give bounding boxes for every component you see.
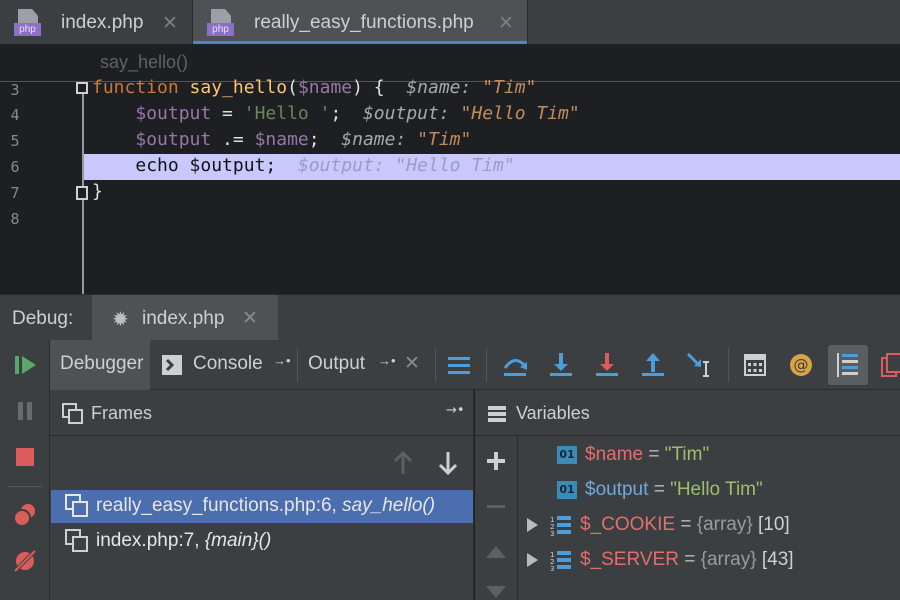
- arrow-up-icon[interactable]: [392, 450, 414, 476]
- editor-tab-bar: php index.php ✕ php really_easy_function…: [0, 0, 900, 44]
- tab-label: index.php: [61, 12, 144, 33]
- svg-text:3: 3: [550, 565, 554, 571]
- string-type-icon: 01: [557, 445, 577, 464]
- code-editor[interactable]: say_hello() 3 4 5 6 7 8 function say_hel…: [0, 44, 900, 294]
- frame-icon: [65, 529, 88, 552]
- code-line: $output .= $name; $name: "Tim": [135, 129, 472, 150]
- arrow-down-icon[interactable]: [437, 450, 459, 476]
- array-icon: 123: [550, 551, 571, 573]
- code-line: $output = 'Hello '; $output: "Hello Tim": [135, 103, 580, 124]
- bug-icon: ✹: [112, 307, 129, 331]
- layout-icon[interactable]: [442, 348, 476, 382]
- mute-breakpoints-icon[interactable]: [10, 546, 40, 576]
- svg-text:3: 3: [550, 530, 554, 536]
- debug-side-toolbar: [0, 340, 50, 600]
- restore-icon[interactable]: →•: [446, 403, 465, 418]
- tab-console[interactable]: Console →•: [151, 340, 297, 390]
- variable-row[interactable]: 1 2 3 $_COOKIE = {array} [10]: [527, 514, 790, 548]
- fold-icon[interactable]: [76, 82, 88, 94]
- inline-values-icon[interactable]: [828, 345, 868, 385]
- close-icon[interactable]: ✕: [242, 307, 258, 329]
- close-icon[interactable]: ✕: [404, 352, 420, 375]
- variables-side-toolbar: [475, 436, 518, 600]
- variables-icon: [488, 406, 506, 422]
- stop-icon[interactable]: [10, 442, 40, 472]
- close-icon[interactable]: ✕: [498, 12, 514, 34]
- expand-arrow-icon[interactable]: [527, 553, 538, 567]
- frame-icon: [65, 494, 88, 517]
- tab-output[interactable]: Output →• ✕: [298, 340, 434, 390]
- line-number: 8: [10, 210, 20, 228]
- debug-tool-window-header: Debug: ✹ index.php ✕: [0, 294, 900, 341]
- debug-session-tab[interactable]: ✹ index.php ✕: [92, 295, 278, 341]
- evaluate-icon[interactable]: [738, 348, 772, 382]
- force-step-into-icon[interactable]: [590, 348, 624, 382]
- tab-debugger[interactable]: Debugger: [50, 340, 150, 390]
- fold-icon[interactable]: [76, 186, 88, 200]
- console-icon: [162, 355, 182, 375]
- code-line-current: echo $output; $output: "Hello Tim": [135, 155, 515, 176]
- view-breakpoints-icon[interactable]: [10, 500, 40, 530]
- variable-row[interactable]: 01 $output = "Hello Tim": [557, 479, 763, 513]
- step-over-icon[interactable]: [498, 348, 532, 382]
- frame-row[interactable]: really_easy_functions.php:6, say_hello(): [51, 490, 473, 523]
- array-icon: 123: [550, 516, 571, 538]
- restore-icon[interactable]: →•: [378, 353, 396, 368]
- line-number: 7: [10, 184, 20, 202]
- php-file-icon: php: [207, 9, 237, 37]
- step-into-icon[interactable]: [544, 348, 578, 382]
- debug-label: Debug:: [12, 308, 74, 329]
- move-up-icon[interactable]: [485, 542, 507, 564]
- php-file-icon: php: [14, 9, 44, 37]
- svg-text:@: @: [794, 356, 809, 374]
- line-number: 4: [10, 106, 20, 124]
- move-down-icon[interactable]: [485, 584, 507, 600]
- line-number: 6: [10, 158, 20, 176]
- code-line: function say_hello($name) { $name: "Tim": [92, 77, 537, 98]
- expand-arrow-icon[interactable]: [527, 518, 538, 532]
- pause-icon[interactable]: [10, 396, 40, 426]
- frames-header: Frames →•: [50, 390, 474, 436]
- step-out-icon[interactable]: [636, 348, 670, 382]
- restore-icon[interactable]: →•: [273, 353, 291, 368]
- add-watch-icon[interactable]: [485, 450, 507, 472]
- variable-row[interactable]: 01 $name = "Tim": [557, 444, 709, 478]
- frame-row[interactable]: index.php:7, {main}(): [51, 525, 473, 558]
- tab-index-php[interactable]: php index.php ✕: [0, 0, 192, 44]
- remove-watch-icon[interactable]: [485, 496, 507, 518]
- line-number: 3: [10, 81, 20, 99]
- close-icon[interactable]: ✕: [162, 12, 178, 34]
- frames-panel: Frames →• really_easy_functions.php:6, s…: [50, 390, 474, 600]
- frames-icon: [62, 403, 83, 424]
- tab-label: really_easy_functions.php: [254, 12, 474, 33]
- debugger-toolbar: Debugger Console →• Output →• ✕ @: [50, 340, 900, 390]
- tab-really-easy-functions-php[interactable]: php really_easy_functions.php ✕: [193, 0, 527, 44]
- variable-row[interactable]: 1 2 3 $_SERVER = {array} [43]: [527, 549, 794, 583]
- resume-icon[interactable]: [10, 350, 40, 380]
- variables-header: Variables: [475, 390, 900, 436]
- variables-panel: Variables 01 $name = "Tim" 01 $output = "H…: [475, 390, 900, 600]
- code-line: }: [92, 181, 103, 202]
- watch-icon[interactable]: @: [784, 348, 818, 382]
- string-type-icon: 01: [557, 480, 577, 499]
- restore-layout-icon[interactable]: [876, 348, 900, 382]
- line-number: 5: [10, 132, 20, 150]
- run-to-cursor-icon[interactable]: [682, 348, 716, 382]
